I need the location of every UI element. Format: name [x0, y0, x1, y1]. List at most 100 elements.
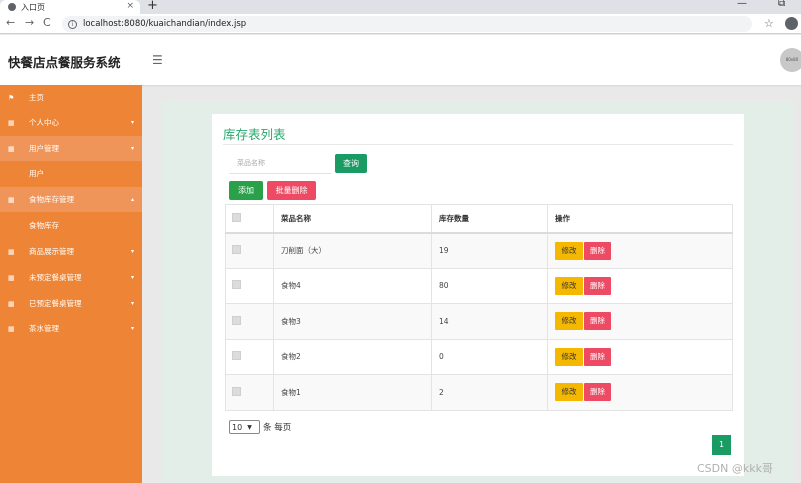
select-all-cell	[225, 204, 274, 234]
bookmark-star-icon[interactable]: ☆	[764, 17, 774, 30]
profile-icon[interactable]	[785, 17, 798, 30]
stock-qty-cell: 19	[431, 232, 548, 269]
browser-tab-bar: 入口页 × + — ⧉	[0, 0, 801, 14]
delete-button[interactable]: 删除	[584, 312, 611, 331]
edit-button[interactable]: 修改	[555, 312, 583, 331]
stock-list-panel: 库存表列表 查询 添加 批量删除 菜品名称 库存数量 操作 刀削面（大） 19 …	[212, 114, 744, 476]
chevron-down-icon: ▾	[130, 300, 134, 307]
row-checkbox[interactable]	[232, 351, 241, 361]
row-select-cell	[225, 232, 274, 269]
row-checkbox[interactable]	[232, 245, 241, 254]
delete-button[interactable]: 删除	[584, 241, 611, 260]
page-size-control: 10 ▼ 条 每页	[229, 420, 291, 434]
url-text: localhost:8080/kuaichandian/index.jsp	[83, 19, 247, 29]
grid-icon: ▦	[8, 324, 15, 333]
page-title: 库存表列表	[223, 127, 286, 142]
hamburger-menu-icon[interactable]: ☰	[152, 53, 163, 67]
actions-cell: 修改 删除	[547, 338, 733, 375]
sidebar-item-unreserved-tables[interactable]: ▦ 未预定餐桌管理 ▾	[0, 265, 142, 290]
page-size-select[interactable]: 10 ▼	[229, 420, 260, 434]
edit-button[interactable]: 修改	[555, 241, 583, 260]
sidebar-item-label: 已预定餐桌管理	[29, 299, 82, 308]
url-field[interactable]: i localhost:8080/kuaichandian/index.jsp	[62, 16, 752, 32]
sidebar-item-home[interactable]: ⚑ 主页	[0, 85, 142, 110]
row-checkbox[interactable]	[232, 386, 241, 396]
divider	[223, 144, 733, 145]
stock-qty-cell: 2	[431, 374, 548, 411]
restore-button[interactable]: ⧉	[778, 0, 785, 9]
sidebar-item-personal-center[interactable]: ▦ 个人中心 ▾	[0, 110, 142, 135]
info-icon[interactable]: i	[68, 19, 77, 29]
edit-button[interactable]: 修改	[555, 347, 583, 366]
forward-icon[interactable]: →	[25, 16, 34, 29]
pagination-page-1[interactable]: 1	[712, 435, 731, 455]
row-select-cell	[225, 374, 274, 411]
stock-qty-cell: 80	[431, 267, 548, 304]
grid-icon: ▦	[8, 144, 15, 153]
table-row: 食物2 0 修改 删除	[225, 338, 733, 375]
new-tab-button[interactable]: +	[147, 0, 158, 13]
actions-cell: 修改 删除	[547, 267, 733, 304]
sidebar: ⚑ 主页 ▦ 个人中心 ▾ ▦ 用户管理 ▾ 用户 ▦ 食物库存管理 ▴ 食物库…	[0, 85, 142, 483]
minimize-button[interactable]: —	[737, 0, 747, 9]
reload-icon[interactable]: C	[43, 16, 51, 29]
sidebar-item-product-display[interactable]: ▦ 商品展示管理 ▾	[0, 239, 142, 264]
grid-icon: ▦	[8, 195, 15, 204]
row-checkbox[interactable]	[232, 280, 241, 290]
dish-name-cell: 食物3	[273, 303, 432, 340]
column-header-stock-qty: 库存数量	[431, 204, 548, 234]
watermark: CSDN @kkk哥	[697, 462, 773, 475]
sidebar-item-label: 用户管理	[29, 144, 59, 153]
sidebar-item-label: 个人中心	[29, 118, 59, 127]
add-button[interactable]: 添加	[229, 181, 263, 200]
avatar[interactable]: 80x80	[780, 48, 801, 72]
app-header: 快餐店点餐服务系统 ☰ 80x80	[0, 35, 801, 85]
row-select-cell	[225, 303, 274, 340]
tab-title: 入口页	[21, 2, 45, 12]
batch-delete-button[interactable]: 批量删除	[267, 181, 316, 200]
table-header-row: 菜品名称 库存数量 操作	[225, 204, 733, 234]
close-tab-icon[interactable]: ×	[126, 1, 134, 11]
delete-button[interactable]: 删除	[584, 347, 611, 366]
select-all-checkbox[interactable]	[232, 212, 241, 222]
app-title: 快餐店点餐服务系统	[8, 55, 121, 70]
chevron-down-icon: ▾	[130, 325, 134, 332]
page-size-value: 10	[232, 422, 243, 432]
actions-cell: 修改 删除	[547, 374, 733, 411]
dish-name-search-input[interactable]	[229, 153, 331, 174]
page-size-suffix: 条 每页	[263, 423, 292, 433]
sidebar-item-user-management[interactable]: ▦ 用户管理 ▾	[0, 136, 142, 161]
search-button[interactable]: 查询	[335, 154, 367, 173]
edit-button[interactable]: 修改	[555, 383, 583, 402]
grid-icon: ▦	[8, 118, 15, 127]
sidebar-subitem-users[interactable]: 用户	[0, 161, 142, 186]
stock-qty-cell: 14	[431, 303, 548, 340]
stock-qty-cell: 0	[431, 338, 548, 375]
back-icon[interactable]: ←	[6, 16, 15, 29]
address-bar: ← → C i localhost:8080/kuaichandian/inde…	[0, 14, 801, 34]
table-row: 刀削面（大） 19 修改 删除	[225, 232, 733, 269]
actions-cell: 修改 删除	[547, 303, 733, 340]
table-row: 食物1 2 修改 删除	[225, 374, 733, 411]
sidebar-item-label: 主页	[29, 93, 44, 102]
sidebar-item-label: 食物库存管理	[29, 195, 74, 204]
table-row: 食物3 14 修改 删除	[225, 303, 733, 340]
column-header-actions: 操作	[547, 204, 733, 234]
chevron-down-icon: ▾	[130, 274, 134, 281]
grid-icon: ▦	[8, 247, 15, 256]
sidebar-item-food-stock-management[interactable]: ▦ 食物库存管理 ▴	[0, 187, 142, 212]
edit-button[interactable]: 修改	[555, 276, 583, 295]
delete-button[interactable]: 删除	[584, 276, 611, 295]
sidebar-item-reserved-tables[interactable]: ▦ 已预定餐桌管理 ▾	[0, 291, 142, 316]
sidebar-item-tea-management[interactable]: ▦ 茶水管理 ▾	[0, 316, 142, 341]
dish-name-cell: 食物1	[273, 374, 432, 411]
chevron-down-icon: ▾	[130, 119, 134, 126]
sidebar-item-label: 商品展示管理	[29, 247, 74, 256]
delete-button[interactable]: 删除	[584, 383, 611, 402]
dish-name-cell: 食物2	[273, 338, 432, 375]
grid-icon: ▦	[8, 299, 15, 308]
sidebar-item-label: 茶水管理	[29, 324, 59, 333]
browser-tab[interactable]: 入口页 ×	[0, 0, 140, 14]
row-checkbox[interactable]	[232, 315, 241, 325]
sidebar-subitem-food-stock[interactable]: 食物库存	[0, 213, 142, 238]
